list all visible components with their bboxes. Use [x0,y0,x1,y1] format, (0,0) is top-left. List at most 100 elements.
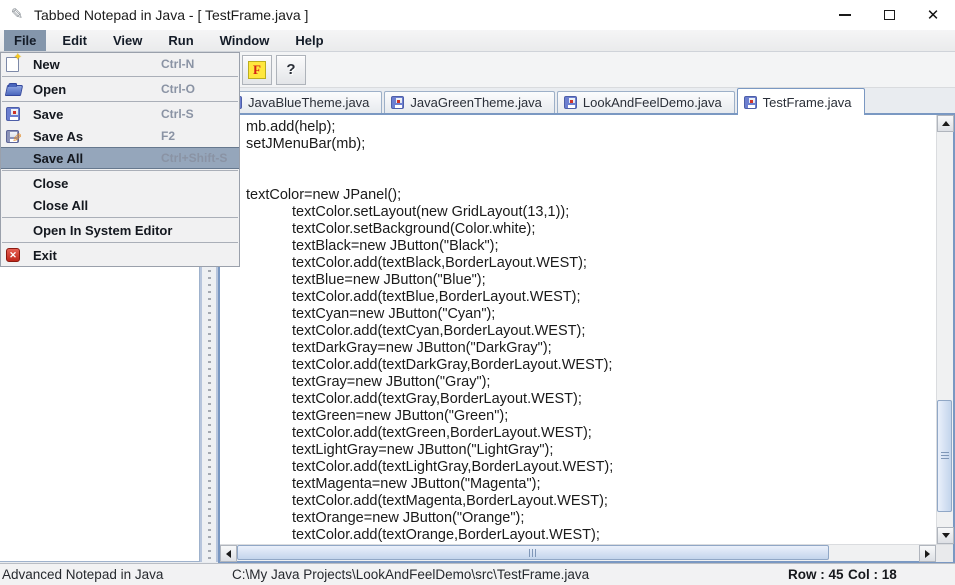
menu-item-label: Exit [33,248,57,263]
tab-label: JavaGreenTheme.java [410,95,542,110]
window-title: Tabbed Notepad in Java - [ TestFrame.jav… [34,7,308,23]
code-line: textColor=new JPanel(); [246,187,936,204]
code-line: textColor.add(textDarkGray,BorderLayout.… [246,357,936,374]
font-button[interactable]: F [242,55,272,85]
menubar-item-window[interactable]: Window [210,30,280,51]
none [6,151,20,165]
menu-item-label: Save [33,107,63,122]
code-line: textCyan=new JButton("Cyan"); [246,306,936,323]
menu-item-accelerator: Ctrl+Shift-S [161,151,227,165]
menubar-item-file[interactable]: File [4,30,46,51]
menu-icon-box [6,80,30,98]
status-app-name: Advanced Notepad in Java [2,567,163,582]
menu-icon-box [6,196,30,214]
code-line: textGray=new JButton("Gray"); [246,374,936,391]
code-line: textColor.add(textGray,BorderLayout.WEST… [246,391,936,408]
arrow-left-icon [226,550,231,558]
menu-item-save-as[interactable]: Save AsF2 [1,125,239,147]
menu-item-save-all[interactable]: Save All Ctrl+Shift-S [1,147,239,169]
tab-testframe-java[interactable]: TestFrame.java [737,88,865,115]
code-line: textColor.add(textBlack,BorderLayout.WES… [246,255,936,272]
floppy-icon [744,96,757,109]
code-line: textColor.setBackground(Color.white); [246,221,936,238]
code-line: textOrange=new JButton("Orange"); [246,510,936,527]
tab-javagreentheme-java[interactable]: JavaGreenTheme.java [384,91,555,113]
open-folder-icon [5,85,23,96]
menu-item-label: Open In System Editor [33,223,172,238]
code-line [246,170,936,187]
vertical-scroll-thumb[interactable] [937,400,952,512]
code-line: textColor.add(textMagenta,BorderLayout.W… [246,493,936,510]
help-question-icon: ? [286,61,295,78]
code-line: textBlue=new JButton("Blue"); [246,272,936,289]
code-line: mb.add(help); [246,119,936,136]
scrollbar-corner [936,545,953,562]
none [6,223,20,237]
menu-item-close-all[interactable]: Close All [1,194,239,216]
menubar-item-view[interactable]: View [103,30,152,51]
scroll-left-button[interactable] [220,545,237,562]
none [6,198,20,212]
help-button[interactable]: ? [276,55,306,85]
menu-icon-box [6,221,30,239]
tab-lookandfeeldemo-java[interactable]: LookAndFeelDemo.java [557,91,735,113]
status-bar: Advanced Notepad in Java C:\My Java Proj… [0,563,955,585]
code-line: textColor.add(textGreen,BorderLayout.WES… [246,425,936,442]
menubar-item-edit[interactable]: Edit [52,30,97,51]
window-controls: ✕ [823,0,955,30]
code-line: textColor.add(textCyan,BorderLayout.WEST… [246,323,936,340]
menubar-item-help[interactable]: Help [285,30,333,51]
horizontal-scroll-track[interactable] [237,545,919,561]
code-line: textMagenta=new JButton("Magenta"); [246,476,936,493]
scroll-down-button[interactable] [937,527,954,544]
vertical-scrollbar[interactable] [936,115,953,544]
menu-item-save[interactable]: SaveCtrl-S [1,103,239,125]
editor-box: mb.add(help);setJMenuBar(mb); textColor=… [218,113,955,563]
title-bar: ✎ Tabbed Notepad in Java - [ TestFrame.j… [0,0,955,30]
app-pencil-icon: ✎ [8,6,26,24]
menu-item-close[interactable]: Close [1,172,239,194]
status-file-path: C:\My Java Projects\LookAndFeelDemo\src\… [232,567,589,582]
menu-item-label: Save All [33,151,83,166]
editor-region: JavaBlueTheme.java JavaGreenTheme.java Loo… [218,88,955,563]
code-line: setJMenuBar(mb); [246,136,936,153]
menu-item-label: Save As [33,129,83,144]
menu-icon-box [6,149,30,167]
menu-item-exit[interactable]: ✕ Exit [1,244,239,266]
menu-item-accelerator: Ctrl-N [161,57,194,71]
arrow-down-icon [942,533,950,538]
none [6,176,20,190]
menu-icon-box [6,105,30,123]
scroll-up-button[interactable] [937,115,954,132]
menu-icon-box [6,127,30,145]
vertical-scroll-track[interactable] [937,132,953,527]
horizontal-scrollbar[interactable] [220,544,953,561]
exit-icon: ✕ [6,248,20,262]
code-editor[interactable]: mb.add(help);setJMenuBar(mb); textColor=… [220,115,936,544]
horizontal-scroll-thumb[interactable] [237,545,829,560]
menu-item-open[interactable]: OpenCtrl-O [1,78,239,100]
menu-icon-box [6,174,30,192]
font-f-icon: F [248,61,266,79]
menu-bar: File Edit View Run WindowHelp [0,30,955,52]
tab-javabluetheme-java[interactable]: JavaBlueTheme.java [222,91,382,113]
menu-item-label: Close [33,176,68,191]
maximize-button[interactable] [867,0,911,30]
menu-item-accelerator: Ctrl-O [161,82,195,96]
menu-item-new[interactable]: New Ctrl-N [1,53,239,75]
menubar-item-run[interactable]: Run [158,30,203,51]
code-line: textLightGray=new JButton("LightGray"); [246,442,936,459]
floppy-icon [564,96,577,109]
minimize-icon [839,14,851,16]
close-button[interactable]: ✕ [911,0,955,30]
code-line: textGreen=new JButton("Green"); [246,408,936,425]
scroll-right-button[interactable] [919,545,936,562]
tab-label: TestFrame.java [763,95,852,110]
minimize-button[interactable] [823,0,867,30]
file-menu-dropdown: NewCtrl-NOpenCtrl-OSaveCtrl-SSave AsF2Sa… [0,52,240,267]
menu-item-label: New [33,57,60,72]
save-as-icon [6,130,19,143]
menu-item-open-in-system-editor[interactable]: Open In System Editor [1,219,239,241]
menu-item-label: Close All [33,198,88,213]
status-row-indicator: Row : 45 [788,567,844,582]
